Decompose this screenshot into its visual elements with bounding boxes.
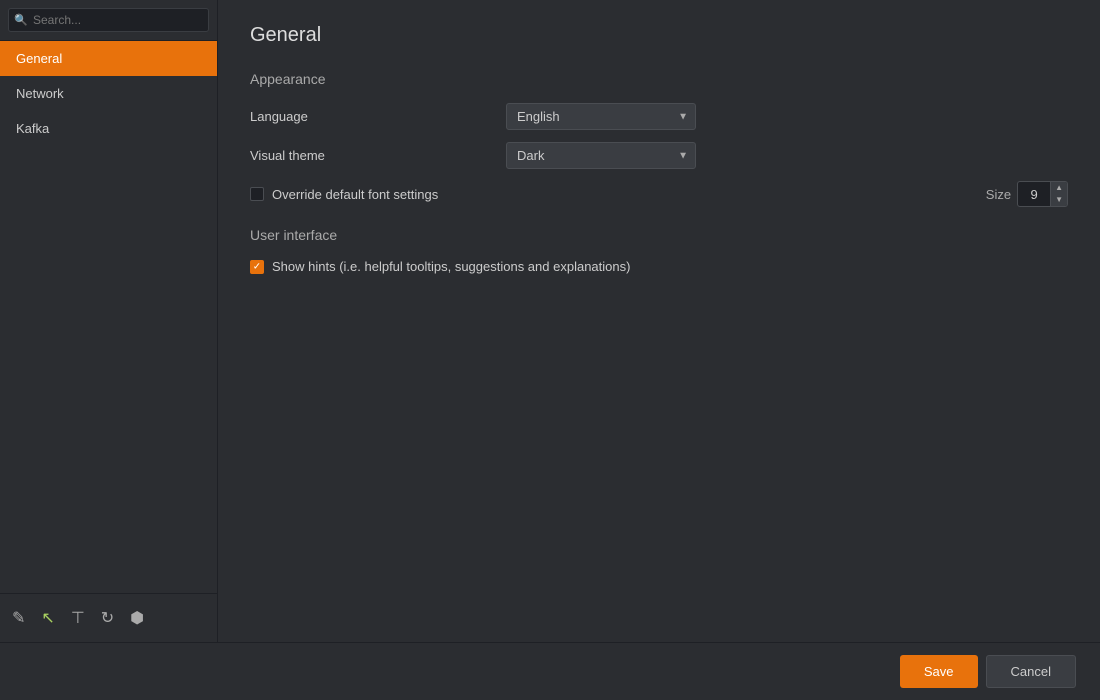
theme-select[interactable]: Dark Light System default — [506, 142, 696, 169]
search-container: 🔍 — [0, 0, 217, 41]
theme-select-wrapper: Dark Light System default ▼ — [506, 142, 696, 169]
draw-icon[interactable]: ✎ — [8, 604, 29, 632]
search-icon: 🔍 — [14, 14, 28, 27]
font-size-down-button[interactable]: ▼ — [1051, 194, 1067, 206]
language-select-wrapper: English French German Spanish ▼ — [506, 103, 696, 130]
font-size-label: Size — [986, 187, 1011, 202]
font-override-row: Override default font settings Size ▲ ▼ — [250, 181, 1068, 207]
cancel-button[interactable]: Cancel — [986, 655, 1076, 688]
refresh-icon[interactable]: ↻ — [97, 604, 118, 632]
sidebar-item-label: Network — [16, 86, 64, 101]
footer: Save Cancel — [0, 642, 1100, 700]
sidebar-item-label: Kafka — [16, 121, 49, 136]
appearance-section: Appearance Language English French Germa… — [250, 71, 1068, 207]
sidebar-bottom-toolbar: ✎ ↖ ⊤ ↻ ⬢ — [0, 593, 217, 642]
font-size-input-wrapper: ▲ ▼ — [1017, 181, 1068, 207]
override-font-label: Override default font settings — [272, 187, 438, 202]
hints-checkbox-row: Show hints (i.e. helpful tooltips, sugge… — [250, 259, 1068, 274]
table-icon[interactable]: ⊤ — [67, 604, 89, 632]
font-size-control: Size ▲ ▼ — [986, 181, 1068, 207]
language-row: Language English French German Spanish ▼ — [250, 103, 1068, 130]
sidebar-item-general[interactable]: General — [0, 41, 217, 76]
main-content: General Appearance Language English Fren… — [218, 0, 1100, 642]
cursor-icon[interactable]: ↖ — [37, 604, 58, 632]
tag-icon[interactable]: ⬢ — [126, 604, 148, 632]
override-font-checkbox[interactable] — [250, 187, 264, 201]
show-hints-label: Show hints (i.e. helpful tooltips, sugge… — [272, 259, 630, 274]
search-input[interactable] — [8, 8, 209, 32]
font-size-arrows: ▲ ▼ — [1050, 182, 1067, 206]
language-select[interactable]: English French German Spanish — [506, 103, 696, 130]
page-title: General — [250, 24, 1068, 47]
sidebar-item-network[interactable]: Network — [0, 76, 217, 111]
appearance-section-title: Appearance — [250, 71, 1068, 87]
show-hints-checkbox[interactable] — [250, 260, 264, 274]
user-interface-section: User interface Show hints (i.e. helpful … — [250, 227, 1068, 274]
font-size-input[interactable] — [1018, 184, 1050, 205]
visual-theme-label: Visual theme — [250, 148, 490, 163]
sidebar-item-label: General — [16, 51, 62, 66]
sidebar-item-kafka[interactable]: Kafka — [0, 111, 217, 146]
visual-theme-row: Visual theme Dark Light System default ▼ — [250, 142, 1068, 169]
language-label: Language — [250, 109, 490, 124]
save-button[interactable]: Save — [900, 655, 978, 688]
sidebar: 🔍 General Network Kafka ✎ ↖ ⊤ ↻ ⬢ — [0, 0, 218, 642]
font-size-up-button[interactable]: ▲ — [1051, 182, 1067, 194]
user-interface-section-title: User interface — [250, 227, 1068, 243]
